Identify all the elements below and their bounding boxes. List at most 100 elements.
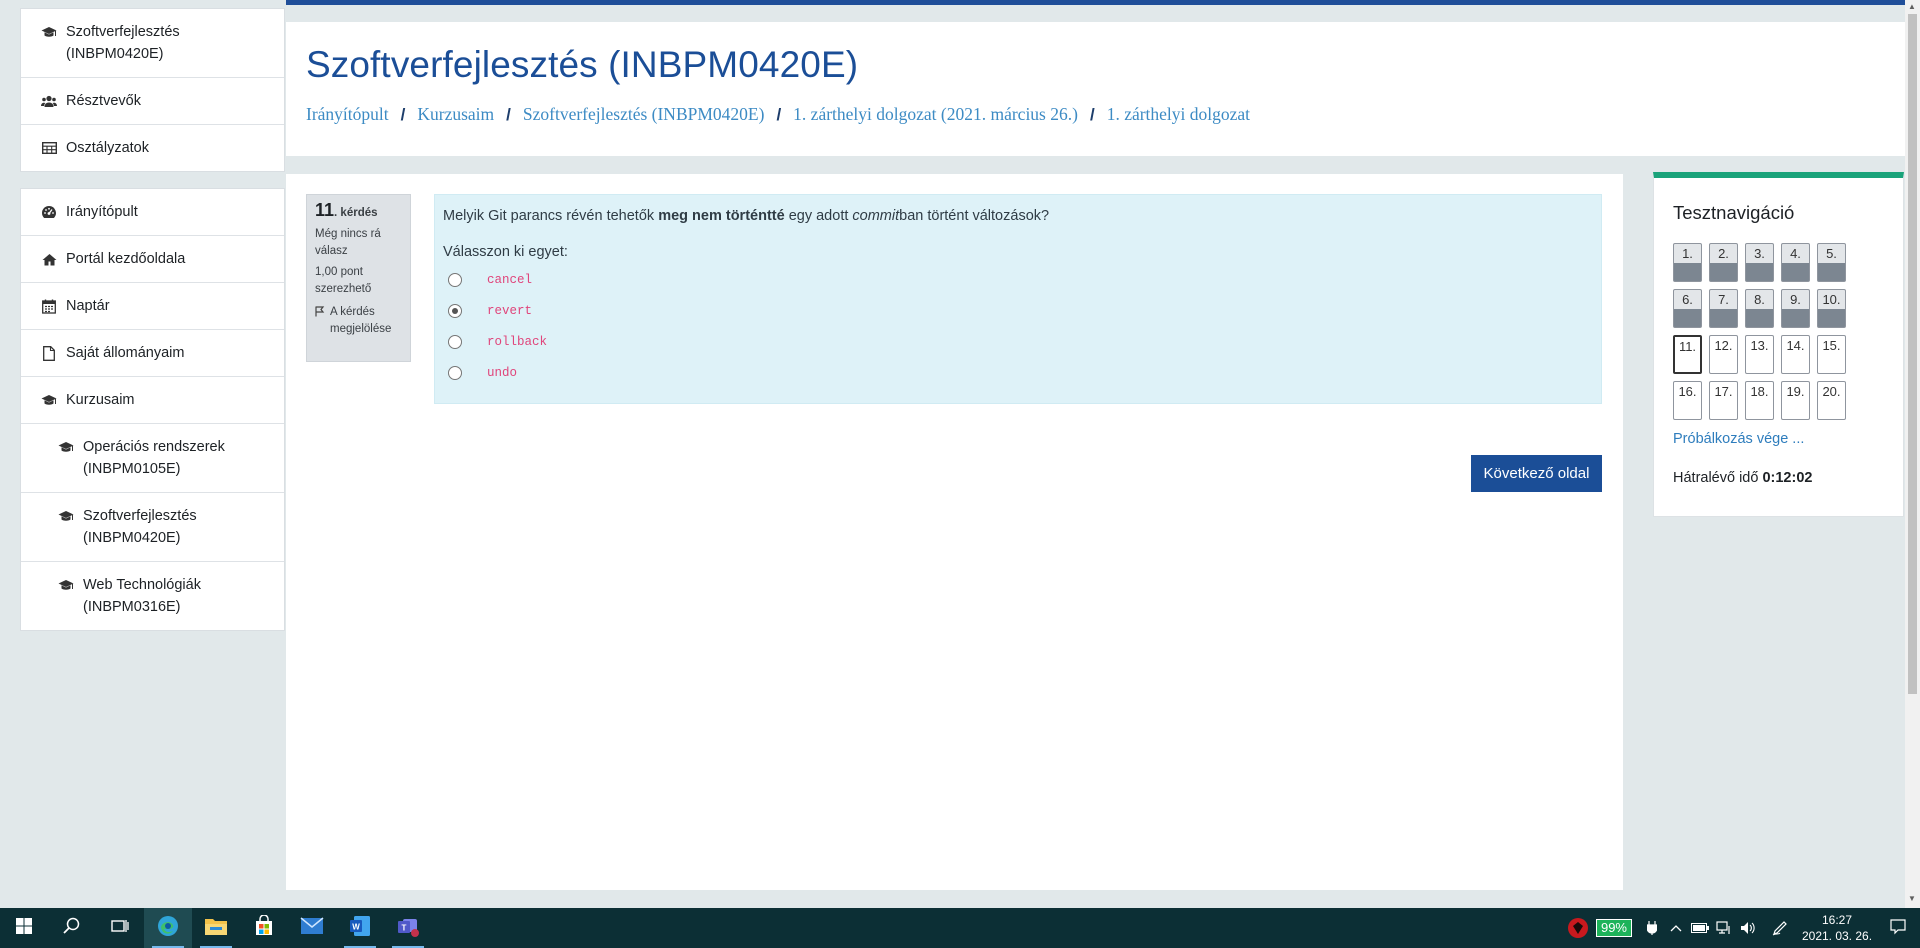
answer-option-revert[interactable]: revert [443, 295, 1593, 326]
quiz-nav-question-18[interactable]: 18. [1745, 381, 1774, 420]
sidebar-item-web-technol-gi-k-inbpm0316e[interactable]: Web Technológiák (INBPM0316E) [21, 562, 284, 630]
breadcrumb-item[interactable]: 1. zárthelyi dolgozat (2021. március 26.… [793, 104, 1078, 125]
taskbar-search-button[interactable] [48, 908, 96, 948]
breadcrumb-item[interactable]: 1. zárthelyi dolgozat [1107, 104, 1250, 125]
breadcrumb-item[interactable]: Kurzusaim [417, 104, 494, 125]
breadcrumb-separator: / [776, 104, 782, 124]
scroll-thumb[interactable] [1908, 14, 1917, 694]
word-icon: W [348, 914, 372, 943]
sidebar-item-saj-t-llom-nyaim[interactable]: Saját állományaim [21, 330, 284, 377]
clock-time: 16:27 [1821, 913, 1853, 927]
next-page-button[interactable]: Következő oldal [1471, 455, 1602, 492]
quiz-nav-question-20[interactable]: 20. [1817, 381, 1846, 420]
sidebar-item-oper-ci-s-rendszerek-inbpm0105e[interactable]: Operációs rendszerek (INBPM0105E) [21, 424, 284, 493]
windows-taskbar: W T 99% 16:27 2021. 03. 26. [0, 908, 1920, 948]
answer-radio[interactable] [448, 365, 462, 380]
taskbar-edge-button[interactable] [144, 908, 192, 948]
sidebar-item-label: Kurzusaim [66, 392, 135, 408]
taskbar-clock[interactable]: 16:27 2021. 03. 26. [1798, 912, 1876, 944]
search-icon [63, 917, 81, 940]
quiz-nav-question-14[interactable]: 14. [1781, 335, 1810, 374]
answer-prompt: Válasszon ki egyet: [443, 244, 568, 260]
sidebar-item-szoftverfejleszt-s-inbpm0420e[interactable]: Szoftverfejlesztés (INBPM0420E) [21, 493, 284, 562]
scroll-up-arrow-icon[interactable]: ▲ [1908, 2, 1916, 11]
scroll-down-arrow-icon[interactable]: ▼ [1908, 894, 1916, 903]
question-state: Még nincs rá válasz [315, 228, 381, 257]
quiz-nav-question-10[interactable]: 10. [1817, 289, 1846, 328]
show-hidden-icons-chevron-icon[interactable] [1664, 908, 1688, 948]
taskbar-store-button[interactable] [240, 908, 288, 948]
quiz-nav-question-3[interactable]: 3. [1745, 243, 1774, 282]
sidebar-item-label: Szoftverfejlesztés (INBPM0420E) [83, 508, 197, 546]
answer-radio[interactable] [448, 334, 462, 349]
quiz-nav-question-15[interactable]: 15. [1817, 335, 1846, 374]
task-view-icon [111, 918, 129, 939]
page-scrollbar[interactable]: ▲ ▼ [1905, 0, 1920, 908]
sidebar-item-ir-ny-t-pult[interactable]: Irányítópult [21, 189, 284, 236]
finish-attempt-link[interactable]: Próbálkozás vége ... [1673, 431, 1804, 447]
graduation-cap-icon [58, 574, 74, 596]
quiz-nav-question-13[interactable]: 13. [1745, 335, 1774, 374]
quiz-nav-question-12[interactable]: 12. [1709, 335, 1738, 374]
sidebar-item-label: Portál kezdőoldala [66, 251, 186, 267]
taskbar-file-explorer-button[interactable] [192, 908, 240, 948]
system-tray: 99% 16:27 2021. 03. 26. [1566, 908, 1920, 948]
breadcrumb-item[interactable]: Irányítópult [306, 104, 389, 125]
battery-indicator[interactable]: 99% [1595, 919, 1632, 937]
quiz-nav-question-1[interactable]: 1. [1673, 243, 1702, 282]
answer-option-undo[interactable]: undo [443, 357, 1593, 388]
sidebar-item-napt-r[interactable]: Naptár [21, 283, 284, 330]
file-explorer-icon [204, 916, 228, 941]
breadcrumb-item[interactable]: Szoftverfejlesztés (INBPM0420E) [523, 104, 765, 125]
sidebar-item-r-sztvev-k[interactable]: Résztvevők [21, 78, 284, 125]
sidebar-item-label: Web Technológiák (INBPM0316E) [83, 577, 201, 615]
quiz-nav-question-7[interactable]: 7. [1709, 289, 1738, 328]
quiz-nav-question-11[interactable]: 11. [1673, 335, 1702, 374]
svg-text:W: W [352, 922, 360, 931]
power-plug-icon[interactable] [1640, 908, 1664, 948]
table-icon [41, 137, 57, 159]
flag-question-toggle[interactable]: A kérdés megjelölése [315, 304, 402, 338]
volume-icon[interactable] [1736, 908, 1760, 948]
quiz-nav-question-2[interactable]: 2. [1709, 243, 1738, 282]
flag-question-label: A kérdés megjelölése [330, 306, 392, 335]
notification-center-button[interactable] [1876, 908, 1920, 948]
pen-workspace-icon[interactable] [1768, 908, 1792, 948]
taskbar-teams-button[interactable]: T [384, 908, 432, 948]
quiz-nav-question-17[interactable]: 17. [1709, 381, 1738, 420]
start-button[interactable] [0, 908, 48, 948]
answer-label: revert [487, 303, 533, 318]
quiz-nav-question-16[interactable]: 16. [1673, 381, 1702, 420]
quiz-nav-question-4[interactable]: 4. [1781, 243, 1810, 282]
sidebar-item-kurzusaim[interactable]: Kurzusaim [21, 377, 284, 424]
graduation-cap-icon [58, 505, 74, 527]
users-icon [41, 90, 57, 112]
sidebar-item-port-l-kezd-oldala[interactable]: Portál kezdőoldala [21, 236, 284, 283]
sidebar-item-oszt-lyzatok[interactable]: Osztályzatok [21, 125, 284, 171]
sidebar-item-label: Szoftverfejlesztés (INBPM0420E) [66, 24, 180, 62]
sidebar-item-label: Résztvevők [66, 93, 141, 109]
quiz-nav-question-19[interactable]: 19. [1781, 381, 1810, 420]
store-icon [253, 913, 275, 942]
answer-option-cancel[interactable]: cancel [443, 264, 1593, 295]
taskbar-word-button[interactable]: W [336, 908, 384, 948]
quiz-nav-question-8[interactable]: 8. [1745, 289, 1774, 328]
sidebar-item-szoftverfejleszt-s-inbpm0420e[interactable]: Szoftverfejlesztés (INBPM0420E) [21, 9, 284, 78]
answer-radio[interactable] [448, 303, 462, 318]
breadcrumb-separator: / [506, 104, 511, 124]
quiz-nav-question-9[interactable]: 9. [1781, 289, 1810, 328]
sidebar-item-label: Operációs rendszerek (INBPM0105E) [83, 439, 225, 477]
svg-text:T: T [402, 923, 407, 932]
quiz-nav-question-6[interactable]: 6. [1673, 289, 1702, 328]
quiz-nav-question-5[interactable]: 5. [1817, 243, 1846, 282]
breadcrumb-separator: / [1089, 104, 1095, 124]
page-title: Szoftverfejlesztés (INBPM0420E) [306, 44, 859, 85]
answer-radio[interactable] [448, 272, 462, 287]
browser-viewport: Szoftverfejlesztés (INBPM0420E) Résztvevő… [0, 0, 1920, 908]
antivirus-tray-icon[interactable] [1566, 908, 1590, 948]
network-icon[interactable] [1712, 908, 1736, 948]
answer-option-rollback[interactable]: rollback [443, 326, 1593, 357]
task-view-button[interactable] [96, 908, 144, 948]
taskbar-mail-button[interactable] [288, 908, 336, 948]
battery-tray-icon[interactable] [1688, 908, 1712, 948]
